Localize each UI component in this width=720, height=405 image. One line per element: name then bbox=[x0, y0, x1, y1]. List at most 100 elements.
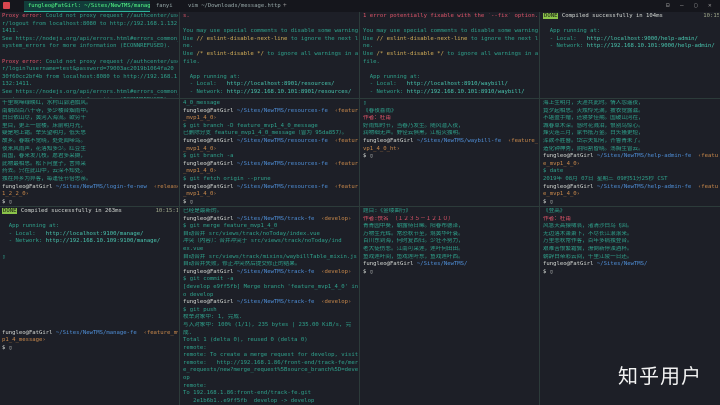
terminal-text: 独在异乡为异客，每逢佳节倍思亲。 bbox=[2, 175, 92, 182]
pane-divider[interactable] bbox=[179, 12, 180, 405]
split-icon[interactable]: ⊟ bbox=[666, 1, 670, 11]
terminal-text: remote: http://192.168.1.86/front-end/tr… bbox=[183, 359, 358, 366]
terminal-text: - Local: bbox=[543, 35, 587, 42]
terminal-text: // eslint-disable-next-line bbox=[196, 35, 288, 42]
terminal-pane-track[interactable]: 已经是最新的。 fungleo@FatGirl ~/Sites/NewTMS/tr… bbox=[183, 208, 358, 405]
close-button[interactable]: ✕ bbox=[708, 1, 712, 11]
terminal-pane-eslint1[interactable]: s. You may use special comments to disabl… bbox=[183, 13, 358, 98]
terminal-text: 132:1411. bbox=[2, 81, 33, 88]
terminal-text: - Network: bbox=[543, 43, 587, 50]
terminal-text: $ ▯ bbox=[543, 268, 554, 275]
terminal-line: 竟夕起相思。灭烛怜光满，披衣觉露滋。 bbox=[543, 108, 719, 116]
terminal-text: 青青园中葵，朝露待日晞。阳春布德泽， bbox=[363, 223, 464, 230]
terminal-line: _mvp1_4_0› bbox=[183, 146, 358, 154]
terminal-line: 疑是地上霜。举头望明月，低头思 bbox=[2, 130, 178, 138]
terminal-text: $ ▯ bbox=[2, 344, 13, 351]
terminal-line: To 192.168.1.86:front-end/track-fe.git bbox=[183, 390, 358, 398]
new-tab-button[interactable]: + bbox=[283, 1, 287, 11]
terminal-text: $ ▯ bbox=[363, 268, 374, 275]
terminal-pane-help-top[interactable]: DONE Compiled successfully in 104ms 10:1… bbox=[543, 13, 719, 98]
terminal-pane-proxy[interactable]: Proxy error: Could not proxy request //a… bbox=[2, 13, 178, 98]
terminal-line: 南国，春来发几枝。愿君多采撷， bbox=[2, 153, 178, 161]
terminal-text: 《登高》 bbox=[543, 208, 566, 214]
terminal-line: $ git branch -a bbox=[183, 153, 358, 161]
terminal-line: r/login?username=test&password=79003ac20… bbox=[2, 66, 178, 74]
terminal-line: fungleo@FatGirl ~/Sites/NewTMS/ bbox=[543, 261, 719, 269]
terminal-text: remote: To create a merge request for de… bbox=[183, 352, 358, 359]
terminal-line: o develop bbox=[183, 292, 358, 300]
terminal-text: To 192.168.1.86:front-end/track-fe.git bbox=[183, 390, 311, 397]
terminal-text: You may use special comments to disable … bbox=[183, 28, 358, 35]
terminal-line: _mvp1_4_0› bbox=[183, 191, 358, 199]
terminal-line: 艰难苦恨繁霜鬓，潦倒新停浊酒杯。 bbox=[543, 246, 719, 254]
tab-vim-message[interactable]: vim ~/Downloads/message.http bbox=[184, 1, 282, 11]
terminal-line: Use /* eslint-disable */ to ignore all w… bbox=[363, 51, 538, 59]
terminal-text: 海上生明月，天涯共此时。情人怨遥夜， bbox=[543, 100, 644, 106]
terminal-line: $ ▯ bbox=[183, 199, 358, 206]
terminal-line: App running at: bbox=[2, 223, 178, 231]
terminal-pane-eslint2[interactable]: 1 error potentially fixable with the `--… bbox=[363, 13, 538, 98]
terminal-text: - Local: bbox=[183, 81, 227, 88]
pane-divider[interactable] bbox=[359, 12, 360, 405]
terminal-text: vp1_4_0_ht› bbox=[363, 145, 401, 152]
terminal-text: 10:15:18 bbox=[703, 13, 719, 19]
terminal-text: /* eslint-disable */ bbox=[376, 50, 444, 57]
terminal-pane-resources[interactable]: 4_0_message fungleo@FatGirl ~/Sites/NewTM… bbox=[183, 100, 358, 206]
terminal-text: 已经是最新的。 bbox=[183, 208, 223, 214]
terminal-text: fungleo@FatGirl bbox=[2, 329, 56, 336]
terminal-line: $ ▯ bbox=[2, 199, 178, 206]
terminal-line: 海上生明月，天涯共此时。情人怨遥夜， bbox=[543, 100, 719, 108]
minimize-button[interactable]: – bbox=[680, 1, 684, 11]
terminal-line: 百川东到海，何时复西归。少壮不努力， bbox=[363, 238, 538, 246]
terminal-text: http://192.168.10.101:8901/resources/ bbox=[226, 88, 352, 95]
terminal-text: e_mvp1_4_0› bbox=[543, 191, 581, 198]
pane-divider[interactable] bbox=[539, 12, 540, 405]
terminal-text: App running at: bbox=[543, 28, 601, 35]
terminal-line: 1411. bbox=[2, 28, 178, 36]
terminal-line: Proxy error: Could not proxy request //a… bbox=[2, 13, 178, 21]
terminal-text: ~/Sites/NewTMS/help-admin-fe bbox=[596, 153, 692, 160]
terminal-pane-poem-mid[interactable]: 题目:《金缕曲行》 作者:佚名 （１２３５－１２１０） 青青园中葵，朝露待日晞。阳春… bbox=[363, 208, 538, 405]
terminal-text: system_errors for more information (ECON… bbox=[2, 43, 171, 50]
pane-divider[interactable] bbox=[0, 206, 720, 207]
terminal-line: e_mvp1_4_0› bbox=[543, 191, 719, 199]
terminal-text: 1411. bbox=[2, 28, 19, 35]
terminal-line: 风急天高猿啸哀，渚清沙白鸟飞回。 bbox=[543, 223, 719, 231]
terminal-pane-poem-left[interactable]: 千里莺啼绿映红，水村山郭酒旗风。 南朝四百八十寺，多少楼台烟雨中。 白日依山尽，黄河… bbox=[2, 100, 178, 206]
terminal-pane-waybill[interactable]: ▯ 《春夜喜雨》 作者：杜甫 好雨知时节，当春乃发生。随风潜入夜， 润物细无声。野径云俱… bbox=[363, 100, 538, 206]
terminal-line: 枚举对象中: 1, 完成. bbox=[183, 314, 358, 322]
terminal-line: 1 error potentially fixable with the `--… bbox=[363, 13, 538, 21]
terminal-text: ~/Sites/NewTMS/waybill-fe bbox=[416, 137, 502, 144]
terminal-line: ex.vue bbox=[183, 246, 358, 254]
terminal-line: DONE Compiled successfully in 104ms 10:1… bbox=[543, 13, 719, 21]
terminal-text: 题目:《金缕曲行》 bbox=[363, 208, 412, 214]
maximize-button[interactable]: ▢ bbox=[694, 1, 698, 11]
terminal-text: ~/Sites/NewTMS/help-admin-fe bbox=[596, 183, 692, 190]
terminal-text: Compiled successfully in 263ms bbox=[17, 208, 122, 214]
terminal-text: 竟夕起相思。灭烛怜光满，披衣觉露滋。 bbox=[543, 107, 644, 114]
terminal-line: op bbox=[183, 375, 358, 383]
terminal-line: 此物最相思。松下问童子，言师采 bbox=[2, 161, 178, 169]
terminal-pane-help-mid[interactable]: 海上生明月，天涯共此时。情人怨遥夜， 竟夕起相思。灭烛怜光满，披衣觉露滋。 不堪盈手… bbox=[543, 100, 719, 206]
terminal-line: - Local: http://localhost:9000/help-admi… bbox=[543, 36, 719, 44]
terminal-line: remote: To create a merge request for de… bbox=[183, 352, 358, 360]
terminal-line: 自动合并失败，修正冲突然后提交修正的结果。 bbox=[183, 261, 358, 269]
terminal-line: 南朝四百八十寺，多少楼台烟雨中。 bbox=[2, 108, 178, 116]
terminal-line: 自动合并 src/views/track/mixins/waybillTable… bbox=[183, 254, 358, 262]
terminal-line: 不堪盈手赠，还寝梦佳期。国破山河在， bbox=[543, 115, 719, 123]
terminal-text: You may use special comments to disable … bbox=[363, 28, 538, 35]
pane-divider[interactable] bbox=[0, 98, 720, 99]
tab-manage-fe[interactable]: fungleo@FatGirl: ~/Sites/NewTMS/manage-f… bbox=[24, 1, 150, 12]
terminal-text: 作者:佚名 （１２３５－１２１０） bbox=[363, 215, 454, 222]
terminal-pane-manage[interactable]: DONE Compiled successfully in 263ms 10:1… bbox=[2, 208, 178, 405]
terminal-text: - Network: bbox=[183, 88, 227, 95]
terminal-line: $ ▯ bbox=[363, 153, 538, 161]
terminal-text: - Local: bbox=[363, 81, 407, 88]
terminal-text: 鱼戏莲叶间，鱼戏莲叶东，鱼戏莲叶西。 bbox=[363, 253, 464, 260]
terminal-line: fungleo@FatGirl ~/Sites/NewTMS/track-fe … bbox=[183, 299, 358, 307]
